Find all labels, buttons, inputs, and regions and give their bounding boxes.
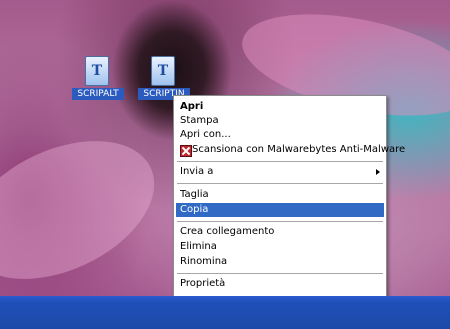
taskbar[interactable] [0, 296, 450, 329]
text-document-icon: T [151, 56, 175, 86]
malwarebytes-icon [180, 145, 192, 157]
menu-item-crea-collegamento[interactable]: Crea collegamento [176, 225, 384, 239]
menu-item-proprieta[interactable]: Proprietà [176, 277, 384, 291]
menu-item-apri[interactable]: Apri [176, 100, 384, 114]
menu-separator [177, 183, 383, 184]
menu-separator [177, 273, 383, 274]
text-document-icon: T [85, 56, 109, 86]
menu-item-apri-con[interactable]: Apri con... [176, 128, 384, 142]
wallpaper-petal [0, 113, 176, 307]
menu-item-elimina[interactable]: Elimina [176, 240, 384, 254]
menu-item-invia-a[interactable]: Invia a [176, 165, 384, 179]
menu-item-taglia[interactable]: Taglia [176, 188, 384, 202]
menu-separator [177, 161, 383, 162]
menu-separator [177, 221, 383, 222]
menu-item-copia[interactable]: Copia [176, 203, 384, 217]
submenu-arrow-icon [376, 169, 380, 175]
context-menu: Apri Stampa Apri con... Scansiona con Ma… [173, 95, 405, 297]
menu-item-stampa[interactable]: Stampa [176, 114, 384, 128]
menu-item-scansiona-malwarebytes[interactable]: Scansiona con Malwarebytes Anti-Malware [176, 143, 405, 157]
desktop-icon-label: SCRIPALT [72, 88, 124, 100]
menu-item-rinomina[interactable]: Rinomina [176, 255, 384, 269]
desktop-icon-scripalt[interactable]: T SCRIPALT [72, 56, 124, 104]
